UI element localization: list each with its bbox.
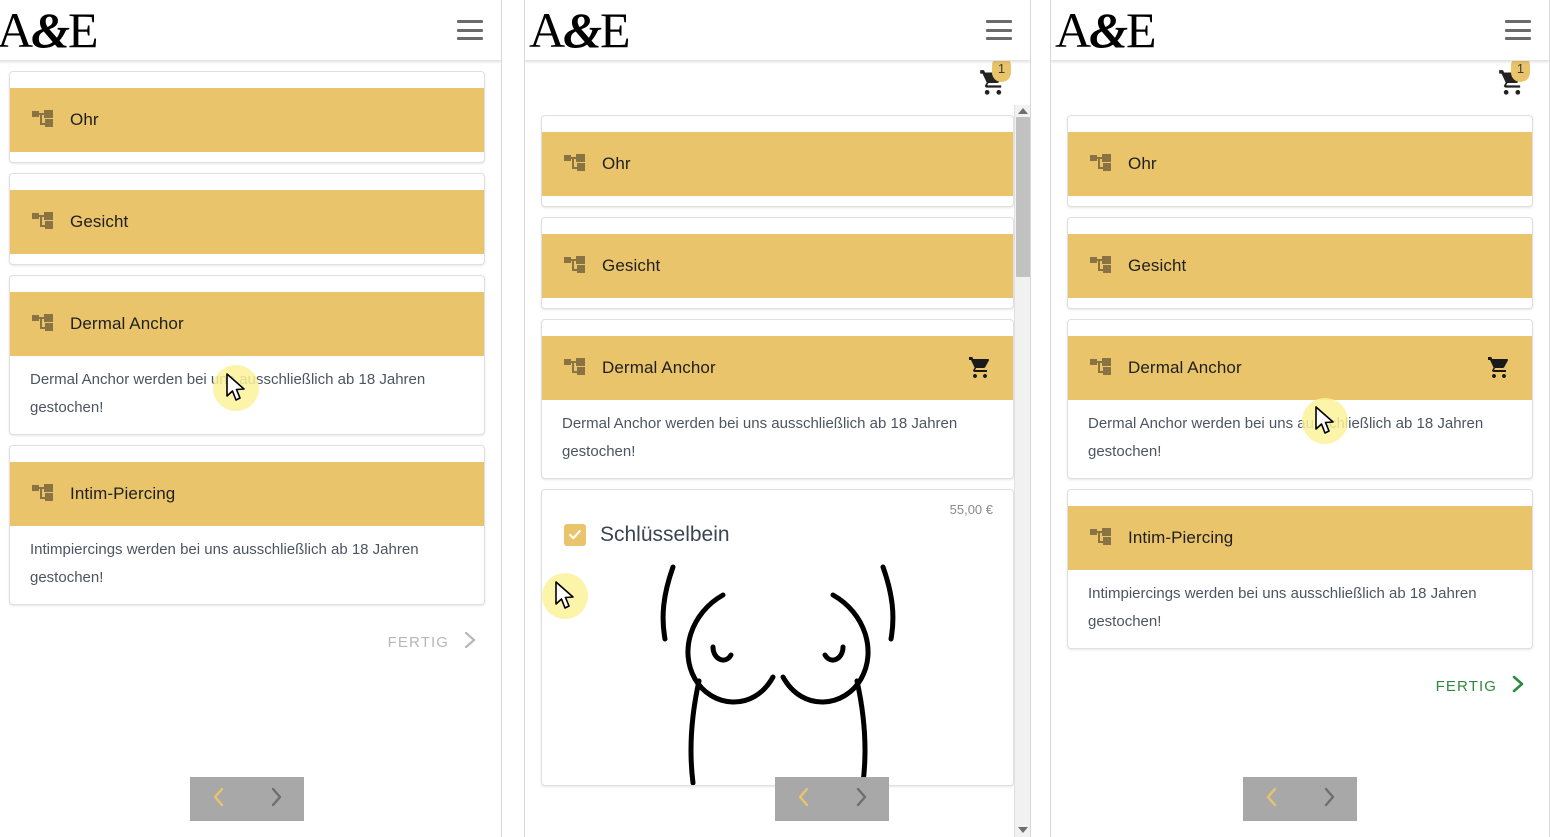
category-card-dermal-anchor: Dermal Anchor Dermal Anchor werden bei u… (1067, 319, 1533, 479)
done-button[interactable]: FERTIG (1051, 659, 1549, 699)
account-tree-icon (1090, 256, 1112, 276)
screenshot-stage: A&E Ohr Gesicht Dermal Anchor Dermal Anc… (0, 0, 1550, 837)
brand-logo[interactable]: A&E (1055, 5, 1157, 55)
category-bar-dermal-anchor[interactable]: Dermal Anchor (542, 336, 1013, 400)
category-list-right: Ohr Gesicht Dermal Anchor Dermal Anchor … (1051, 105, 1549, 837)
category-label: Ohr (602, 154, 631, 173)
category-list-left: Ohr Gesicht Dermal Anchor Dermal Anchor … (0, 61, 501, 837)
app-header: A&E (1051, 0, 1549, 61)
category-card-gesicht: Gesicht (541, 217, 1014, 309)
browser-panel-right: A&E 1 Ohr Gesicht Dermal Anchor Dermal A… (1050, 0, 1550, 837)
category-card-gesicht: Gesicht (9, 173, 485, 265)
done-button[interactable]: FERTIG (0, 615, 501, 655)
cart-row: 1 (525, 56, 1030, 105)
category-label: Gesicht (1128, 256, 1187, 275)
torso-line-drawing (542, 551, 1013, 785)
brand-logo[interactable]: A&E (529, 5, 631, 55)
category-note: Intimpiercings werden bei uns ausschließ… (1088, 585, 1477, 630)
product-checkbox[interactable] (564, 524, 586, 546)
category-label: Gesicht (70, 212, 129, 231)
account-tree-icon (32, 110, 54, 130)
done-label: FERTIG (387, 633, 449, 651)
scroll-down-arrow-icon[interactable] (1015, 823, 1030, 837)
category-label: Dermal Anchor (602, 358, 716, 377)
category-label: Dermal Anchor (1128, 358, 1242, 377)
add-to-cart-icon[interactable] (967, 356, 993, 380)
chevron-right-icon (461, 629, 479, 655)
cart-button[interactable]: 1 (978, 56, 1011, 97)
account-tree-icon (32, 484, 54, 504)
hamburger-menu-icon[interactable] (1505, 20, 1531, 40)
product-header: Schlüsselbein (542, 517, 1013, 551)
category-label: Intim-Piercing (70, 484, 176, 503)
carousel-pager (775, 777, 889, 821)
account-tree-icon (32, 314, 54, 334)
brand-logo[interactable]: A&E (0, 5, 99, 55)
category-card-ohr: Ohr (9, 71, 485, 163)
category-card-ohr: Ohr (1067, 115, 1533, 207)
account-tree-icon (1090, 528, 1112, 548)
browser-panel-middle: A&E 1 Ohr Gesicht Dermal Anchor Dermal A… (524, 0, 1031, 837)
category-note: Dermal Anchor werden bei uns ausschließl… (1088, 415, 1484, 460)
category-note: Dermal Anchor werden bei uns ausschließl… (30, 371, 426, 416)
account-tree-icon (32, 212, 54, 232)
cart-row: 1 (1051, 56, 1549, 105)
category-card-intim-piercing: Intim-Piercing Intimpiercings werden bei… (1067, 489, 1533, 649)
category-bar-gesicht[interactable]: Gesicht (542, 234, 1013, 298)
done-label: FERTIG (1435, 677, 1497, 695)
category-note: Intimpiercings werden bei uns ausschließ… (30, 541, 419, 586)
category-card-dermal-anchor: Dermal Anchor Dermal Anchor werden bei u… (9, 275, 485, 435)
account-tree-icon (564, 154, 586, 174)
app-header: A&E (0, 0, 501, 61)
category-bar-ohr[interactable]: Ohr (1068, 132, 1532, 196)
hamburger-menu-icon[interactable] (457, 20, 483, 40)
product-price: 55,00 € (949, 502, 993, 517)
cart-button[interactable]: 1 (1497, 56, 1530, 97)
hamburger-menu-icon[interactable] (986, 20, 1012, 40)
category-card-gesicht: Gesicht (1067, 217, 1533, 309)
chevron-right-icon[interactable] (1320, 784, 1338, 815)
product-card-schluesselbein: 55,00 € Schlüsselbein (541, 489, 1014, 786)
category-bar-dermal-anchor[interactable]: Dermal Anchor (10, 292, 484, 356)
vertical-scrollbar[interactable] (1014, 105, 1030, 837)
category-bar-dermal-anchor[interactable]: Dermal Anchor (1068, 336, 1532, 400)
account-tree-icon (1090, 154, 1112, 174)
category-label: Gesicht (602, 256, 661, 275)
category-bar-intim-piercing[interactable]: Intim-Piercing (1068, 506, 1532, 570)
category-card-dermal-anchor: Dermal Anchor Dermal Anchor werden bei u… (541, 319, 1014, 479)
account-tree-icon (564, 256, 586, 276)
add-to-cart-icon[interactable] (1486, 356, 1512, 380)
category-label: Dermal Anchor (70, 314, 184, 333)
app-header: A&E (525, 0, 1030, 61)
category-bar-gesicht[interactable]: Gesicht (1068, 234, 1532, 298)
category-bar-gesicht[interactable]: Gesicht (10, 190, 484, 254)
scroll-thumb[interactable] (1016, 117, 1030, 277)
chevron-right-icon (1509, 673, 1527, 699)
chevron-right-icon[interactable] (267, 784, 285, 815)
browser-panel-left: A&E Ohr Gesicht Dermal Anchor Dermal Anc… (0, 0, 502, 837)
scroll-up-arrow-icon[interactable] (1015, 104, 1030, 118)
account-tree-icon (564, 358, 586, 378)
chevron-left-icon[interactable] (1263, 784, 1281, 815)
chevron-right-icon[interactable] (852, 784, 870, 815)
carousel-pager (1243, 777, 1357, 821)
category-card-intim-piercing: Intim-Piercing Intimpiercings werden bei… (9, 445, 485, 605)
chevron-left-icon[interactable] (210, 784, 228, 815)
carousel-pager (190, 777, 304, 821)
category-label: Ohr (1128, 154, 1157, 173)
category-list-middle: Ohr Gesicht Dermal Anchor Dermal Anchor … (525, 105, 1030, 837)
category-card-ohr: Ohr (541, 115, 1014, 207)
category-bar-ohr[interactable]: Ohr (10, 88, 484, 152)
category-label: Ohr (70, 110, 99, 129)
category-bar-intim-piercing[interactable]: Intim-Piercing (10, 462, 484, 526)
category-label: Intim-Piercing (1128, 528, 1234, 547)
chevron-left-icon[interactable] (795, 784, 813, 815)
account-tree-icon (1090, 358, 1112, 378)
product-name: Schlüsselbein (600, 523, 730, 546)
category-bar-ohr[interactable]: Ohr (542, 132, 1013, 196)
category-note: Dermal Anchor werden bei uns ausschließl… (562, 415, 958, 460)
